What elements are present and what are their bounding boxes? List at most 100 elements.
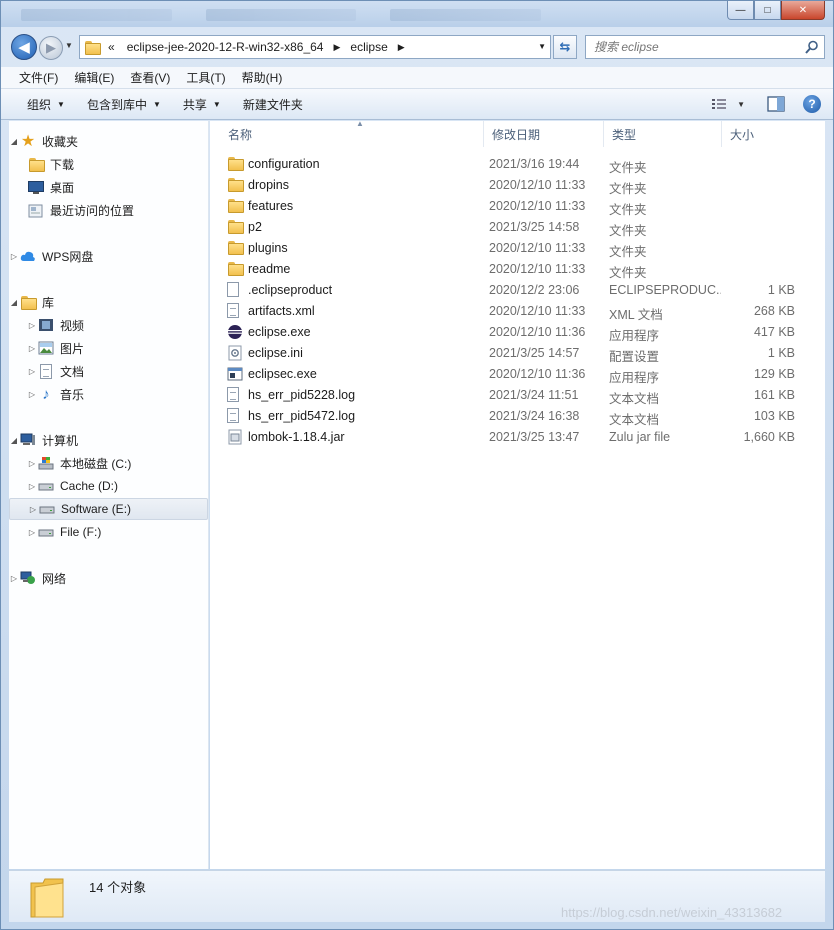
maximize-button[interactable]: □: [754, 1, 781, 20]
expand-icon[interactable]: ▷: [27, 528, 37, 537]
breadcrumb-separator-icon[interactable]: ▶: [329, 42, 344, 53]
file-row[interactable]: hs_err_pid5472.log 2021/3/24 16:38 文本文档 103…: [220, 406, 805, 427]
search-icon[interactable]: [804, 39, 820, 55]
file-row[interactable]: .eclipseproduct 2020/12/2 23:06 ECLIPSEPRO…: [220, 280, 805, 301]
tree-libraries[interactable]: ◢ 库: [9, 291, 208, 313]
file-row[interactable]: artifacts.xml 2020/12/10 11:33 XML 文档 268 K…: [220, 301, 805, 322]
file-row[interactable]: lombok-1.18.4.jar 2021/3/25 13:47 Zulu jar…: [220, 427, 805, 448]
background-tab[interactable]: [205, 9, 357, 21]
collapse-icon[interactable]: ◢: [9, 298, 19, 307]
file-row[interactable]: eclipsec.exe 2020/12/10 11:36 应用程序 129 KB: [220, 364, 805, 385]
tree-label: Software (E:): [61, 502, 132, 516]
folder-icon: [227, 198, 244, 214]
menu-view[interactable]: 查看(V): [124, 68, 176, 88]
close-button[interactable]: ✕: [781, 1, 825, 20]
column-header-type[interactable]: 类型: [604, 121, 722, 147]
column-header-name[interactable]: 名称 ▲: [220, 119, 484, 147]
search-input[interactable]: [594, 40, 794, 54]
tree-item-downloads[interactable]: 下载: [9, 153, 208, 175]
background-tab[interactable]: [390, 9, 542, 21]
expand-icon[interactable]: ▷: [9, 574, 19, 583]
menu-edit[interactable]: 编辑(E): [68, 68, 120, 88]
search-box[interactable]: [585, 35, 825, 59]
tree-wps[interactable]: ▷ WPS网盘: [9, 245, 208, 267]
file-row[interactable]: eclipse.ini 2021/3/25 14:57 配置设置 1 KB: [220, 343, 805, 364]
tree-computer[interactable]: ◢ 计算机: [9, 429, 208, 451]
tree-label: 收藏夹: [42, 134, 79, 149]
column-header-size[interactable]: 大小: [722, 121, 802, 147]
address-overflow[interactable]: «: [102, 36, 121, 58]
preview-pane-icon: [767, 96, 785, 112]
tree-network[interactable]: ▷ 网络: [9, 567, 208, 589]
file-type: 文本文档: [609, 392, 660, 406]
file-type: 文本文档: [609, 413, 660, 427]
tree-item-music[interactable]: ▷ ♪ 音乐: [9, 383, 208, 405]
menu-file[interactable]: 文件(F): [13, 68, 64, 88]
breadcrumb-eclipse-jee[interactable]: eclipse-jee-2020-12-R-win32-x86_64: [121, 36, 330, 58]
folder-icon: [227, 219, 244, 235]
tree-item-documents[interactable]: ▷ 文档: [9, 360, 208, 382]
menu-tools[interactable]: 工具(T): [180, 68, 231, 88]
tree-item-recent-places[interactable]: 最近访问的位置: [9, 199, 208, 221]
chevron-down-icon: ▼: [65, 41, 73, 50]
file-row[interactable]: features 2020/12/10 11:33 文件夹: [220, 196, 805, 217]
file-date: 2021/3/24 11:51: [489, 388, 579, 402]
column-header-date[interactable]: 修改日期: [484, 121, 604, 147]
file-row[interactable]: plugins 2020/12/10 11:33 文件夹: [220, 238, 805, 259]
menu-help[interactable]: 帮助(H): [236, 68, 289, 88]
file-type: 文件夹: [609, 266, 647, 280]
expand-icon[interactable]: ▷: [27, 482, 37, 491]
menu-bar: 文件(F) 编辑(E) 查看(V) 工具(T) 帮助(H): [1, 67, 833, 89]
help-button[interactable]: ?: [803, 93, 821, 115]
file-row[interactable]: readme 2020/12/10 11:33 文件夹: [220, 259, 805, 280]
expand-icon[interactable]: ▷: [27, 390, 37, 399]
expand-icon[interactable]: ▷: [27, 344, 37, 353]
file-file-icon: [227, 282, 243, 298]
include-in-library-button[interactable]: 包含到库中 ▼: [79, 92, 169, 116]
recent-pages-dropdown[interactable]: ▼: [65, 41, 73, 50]
back-button[interactable]: ◀: [11, 34, 37, 60]
breadcrumb-separator-icon[interactable]: ▶: [394, 42, 409, 53]
tree-favorites[interactable]: ◢ ★ 收藏夹: [9, 130, 208, 152]
tree-label: WPS网盘: [42, 249, 94, 264]
file-name: plugins: [248, 241, 288, 255]
file-row[interactable]: hs_err_pid5228.log 2021/3/24 11:51 文本文档 161…: [220, 385, 805, 406]
chevron-down-icon: ▼: [737, 99, 745, 109]
expand-icon[interactable]: ▷: [27, 459, 37, 468]
address-dropdown-icon[interactable]: ▼: [538, 42, 546, 51]
jar-file-icon: [227, 429, 243, 445]
folder-icon: [227, 261, 244, 277]
share-button[interactable]: 共享 ▼: [175, 92, 229, 116]
tree-item-drive-c[interactable]: ▷ 本地磁盘 (C:): [9, 452, 208, 474]
file-row[interactable]: configuration 2021/3/16 19:44 文件夹: [220, 154, 805, 175]
tree-item-videos[interactable]: ▷ 视频: [9, 314, 208, 336]
refresh-button[interactable]: ⇆: [553, 35, 577, 59]
new-folder-button[interactable]: 新建文件夹: [235, 92, 311, 116]
forward-button[interactable]: ▶: [39, 36, 63, 60]
tree-item-desktop[interactable]: 桌面: [9, 176, 208, 198]
expand-icon[interactable]: ▷: [27, 321, 37, 330]
background-tab[interactable]: [21, 9, 172, 21]
expand-icon[interactable]: ▷: [28, 505, 38, 514]
tree-item-pictures[interactable]: ▷ 图片: [9, 337, 208, 359]
tree-item-drive-e[interactable]: ▷ Software (E:): [9, 498, 208, 520]
organize-label: 组织: [27, 97, 52, 112]
collapse-icon[interactable]: ◢: [9, 137, 19, 146]
tree-item-drive-f[interactable]: ▷ File (F:): [9, 521, 208, 543]
minimize-button[interactable]: —: [727, 1, 754, 20]
organize-button[interactable]: 组织 ▼: [19, 92, 73, 116]
file-row[interactable]: p2 2021/3/25 14:58 文件夹: [220, 217, 805, 238]
file-row[interactable]: dropins 2020/12/10 11:33 文件夹: [220, 175, 805, 196]
address-bar[interactable]: « eclipse-jee-2020-12-R-win32-x86_64 ▶ e…: [79, 35, 551, 59]
tree-item-drive-d[interactable]: ▷ Cache (D:): [9, 475, 208, 497]
collapse-icon[interactable]: ◢: [9, 436, 19, 445]
preview-pane-button[interactable]: [767, 93, 785, 115]
change-view-button[interactable]: ▼: [711, 93, 745, 115]
file-size: 1 KB: [767, 283, 795, 297]
file-row[interactable]: eclipse.exe 2020/12/10 11:36 应用程序 417 KB: [220, 322, 805, 343]
refresh-icon: ⇆: [559, 39, 571, 54]
chevron-down-icon: ▼: [212, 99, 221, 109]
breadcrumb-eclipse[interactable]: eclipse: [344, 36, 393, 58]
expand-icon[interactable]: ▷: [27, 367, 37, 376]
expand-icon[interactable]: ▷: [9, 252, 19, 261]
